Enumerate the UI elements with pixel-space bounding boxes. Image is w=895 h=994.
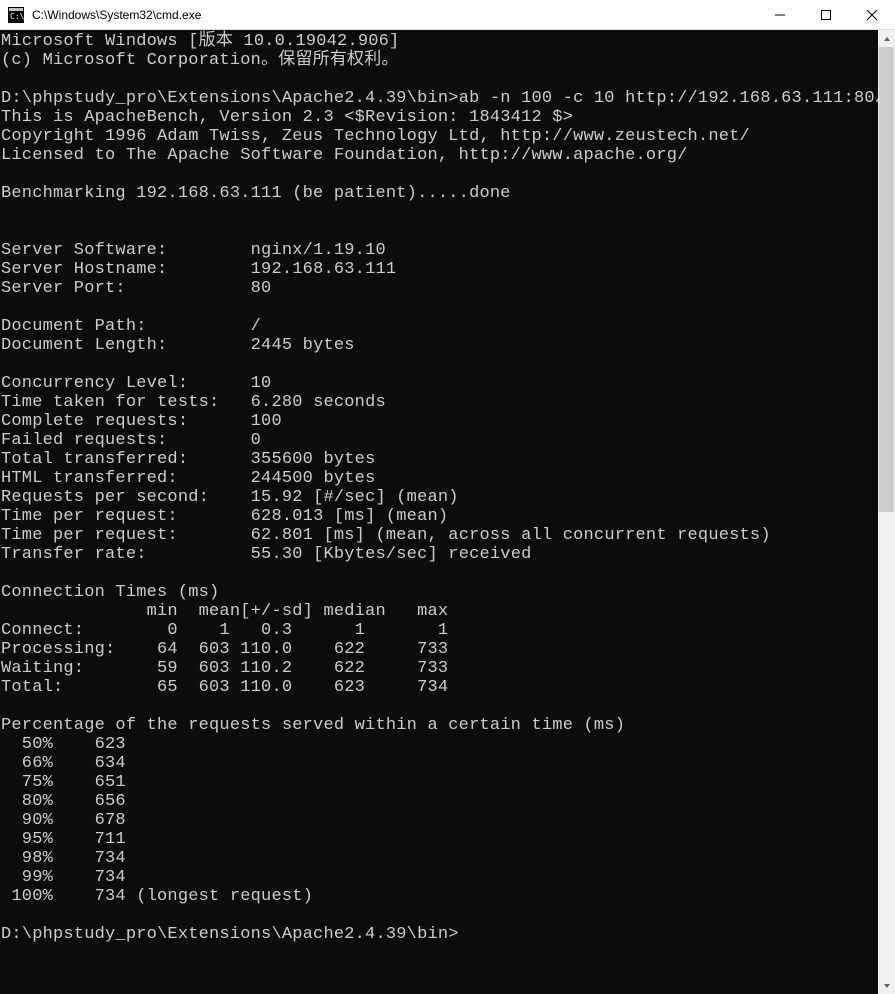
complete-requests-label: Complete requests: [1, 412, 188, 431]
total-transferred-label: Total transferred: [1, 450, 188, 469]
tpr1-value: 628.013 [ms] (mean) [251, 507, 449, 526]
scroll-track[interactable] [878, 47, 895, 977]
percentile-80: 80% 656 [1, 792, 126, 811]
transfer-rate-value: 55.30 [Kbytes/sec] received [251, 545, 532, 564]
html-transferred-label: HTML transferred: [1, 469, 178, 488]
failed-requests-value: 0 [251, 431, 261, 450]
ab-license-line: Licensed to The Apache Software Foundati… [1, 146, 688, 165]
svg-text:C:\: C:\ [10, 12, 24, 21]
conn-times-title: Connection Times (ms) [1, 583, 219, 602]
benchmarking-line: Benchmarking 192.168.63.111 (be patient)… [1, 184, 511, 203]
document-path-label: Document Path: [1, 317, 147, 336]
percentile-90: 90% 678 [1, 811, 126, 830]
conn-times-header: min mean[+/-sd] median max [1, 602, 448, 621]
server-port-label: Server Port: [1, 279, 126, 298]
failed-requests-label: Failed requests: [1, 431, 167, 450]
cmd-icon: C:\ [8, 7, 24, 23]
total-transferred-value: 355600 bytes [251, 450, 376, 469]
command-text: ab -n 100 -c 10 http://192.168.63.111:80… [459, 89, 878, 108]
document-length-value: 2445 bytes [251, 336, 355, 355]
prompt-path: D:\phpstudy_pro\Extensions\Apache2.4.39\… [1, 89, 459, 108]
tpr2-label: Time per request: [1, 526, 178, 545]
time-taken-label: Time taken for tests: [1, 393, 219, 412]
tpr2-value: 62.801 [ms] (mean, across all concurrent… [251, 526, 771, 545]
percentile-100: 100% 734 (longest request) [1, 887, 313, 906]
time-taken-value: 6.280 seconds [251, 393, 386, 412]
minimize-button[interactable] [757, 0, 803, 30]
percentile-75: 75% 651 [1, 773, 126, 792]
rps-label: Requests per second: [1, 488, 209, 507]
conn-times-waiting: Waiting: 59 603 110.2 622 733 [1, 659, 448, 678]
percentile-66: 66% 634 [1, 754, 126, 773]
server-software-label: Server Software: [1, 241, 167, 260]
conn-times-total: Total: 65 603 110.0 623 734 [1, 678, 448, 697]
scroll-up-arrow-icon[interactable] [878, 30, 895, 47]
percentiles-title: Percentage of the requests served within… [1, 716, 625, 735]
transfer-rate-label: Transfer rate: [1, 545, 147, 564]
maximize-button[interactable] [803, 0, 849, 30]
close-button[interactable] [849, 0, 895, 30]
percentile-95: 95% 711 [1, 830, 126, 849]
scroll-down-arrow-icon[interactable] [878, 977, 895, 994]
window-title: C:\Windows\System32\cmd.exe [30, 8, 757, 22]
complete-requests-value: 100 [251, 412, 282, 431]
document-length-label: Document Length: [1, 336, 167, 355]
conn-times-connect: Connect: 0 1 0.3 1 1 [1, 621, 448, 640]
window-controls [757, 0, 895, 29]
percentile-98: 98% 734 [1, 849, 126, 868]
document-path-value: / [251, 317, 261, 336]
server-port-value: 80 [251, 279, 272, 298]
server-hostname-value: 192.168.63.111 [251, 260, 397, 279]
concurrency-value: 10 [251, 374, 272, 393]
html-transferred-value: 244500 bytes [251, 469, 376, 488]
server-software-value: nginx/1.19.10 [251, 241, 386, 260]
percentile-50: 50% 623 [1, 735, 126, 754]
window-titlebar: C:\ C:\Windows\System32\cmd.exe [0, 0, 895, 30]
os-header-line: Microsoft Windows [版本 10.0.19042.906] [1, 32, 399, 51]
percentile-99: 99% 734 [1, 868, 126, 887]
terminal-output[interactable]: Microsoft Windows [版本 10.0.19042.906] (c… [0, 30, 878, 994]
scroll-thumb[interactable] [879, 47, 894, 512]
ab-copyright-line: Copyright 1996 Adam Twiss, Zeus Technolo… [1, 127, 750, 146]
prompt-path-2: D:\phpstudy_pro\Extensions\Apache2.4.39\… [1, 925, 459, 944]
terminal-area: Microsoft Windows [版本 10.0.19042.906] (c… [0, 30, 895, 994]
vertical-scrollbar[interactable] [878, 30, 895, 994]
tpr1-label: Time per request: [1, 507, 178, 526]
conn-times-processing: Processing: 64 603 110.0 622 733 [1, 640, 448, 659]
server-hostname-label: Server Hostname: [1, 260, 167, 279]
rps-value: 15.92 [#/sec] (mean) [251, 488, 459, 507]
concurrency-label: Concurrency Level: [1, 374, 188, 393]
copyright-line: (c) Microsoft Corporation。保留所有权利。 [1, 51, 399, 70]
ab-version-line: This is ApacheBench, Version 2.3 <$Revis… [1, 108, 573, 127]
